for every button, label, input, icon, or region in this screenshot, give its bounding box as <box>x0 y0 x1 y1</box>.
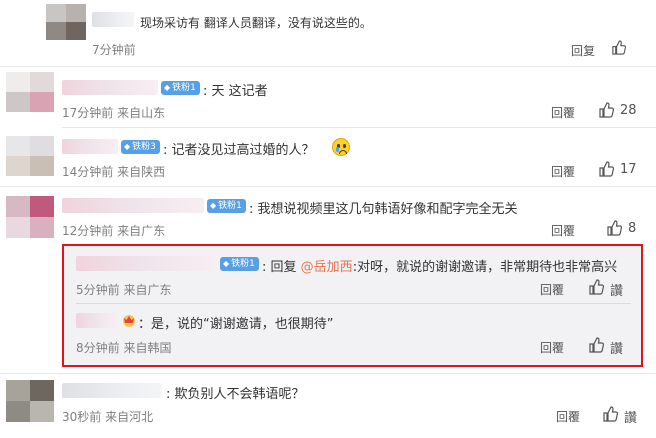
like-label: 讚 <box>610 284 624 299</box>
like-count: 8 <box>628 221 637 236</box>
comment-text: : 天 这记者 <box>203 84 268 99</box>
avatar[interactable] <box>6 72 54 112</box>
divider <box>76 303 631 304</box>
username[interactable] <box>76 256 216 271</box>
reply-button[interactable]: 回覆 <box>551 104 575 121</box>
fan-badge: ◆ 铁粉3 <box>121 140 160 154</box>
reply-button[interactable]: 回复 <box>571 42 595 59</box>
crying-emoji-icon <box>332 138 350 156</box>
thumbs-up-icon <box>599 161 614 177</box>
comment-text: 现场采访有 翻译人员翻译，没有说这些的。 <box>140 16 372 30</box>
time-text: 14分钟前 <box>62 165 114 179</box>
avatar[interactable] <box>6 136 54 176</box>
reply-button[interactable]: 回覆 <box>551 222 575 239</box>
comment-body: 欺负别人不会韩语呢？ <box>174 387 305 402</box>
time-text: 30秒前 <box>62 410 102 424</box>
like-button[interactable] <box>598 161 614 177</box>
comment-text: : 我想说视频里这几句韩语好像和配字完全无关 <box>249 202 518 217</box>
comment-body: 我想说视频里这几句韩语好像和配字完全无关 <box>257 202 518 217</box>
reply-time: 5分钟前 来自广东 <box>76 281 171 298</box>
mention-link[interactable]: @岳加西 <box>301 260 353 275</box>
highlighted-replies: ◆ 铁粉1 : 回复 @岳加西:对呀，就说的谢谢邀请，非常期待也非常高兴 5分钟前… <box>62 244 643 367</box>
location-text: 来自广东 <box>123 283 172 297</box>
like-button[interactable] <box>611 40 626 55</box>
comment-time: 14分钟前 来自陕西 <box>62 163 165 180</box>
location-text: 来自山东 <box>117 106 166 120</box>
time-text: 5分钟前 <box>76 283 120 297</box>
fan-badge-label: 铁粉1 <box>172 83 196 93</box>
comment-text: : 欺负别人不会韩语呢？ <box>166 387 305 402</box>
username[interactable] <box>62 80 158 95</box>
location-text: 来自广东 <box>117 224 166 238</box>
thumbs-up-icon <box>603 406 618 422</box>
comment-body: 天 这记者 <box>211 84 268 99</box>
reply-time: 8分钟前 来自韩国 <box>76 339 171 356</box>
reply-text: ：是，说的“谢谢邀请，也很期待” <box>138 317 334 332</box>
divider <box>0 186 656 187</box>
fan-badge-label: 铁粉1 <box>231 259 255 269</box>
reply-button[interactable]: 回覆 <box>540 339 564 356</box>
thumbs-up-icon <box>589 337 604 353</box>
location-text: 来自陕西 <box>117 165 166 179</box>
fan-badge-label: 铁粉1 <box>218 201 242 211</box>
username[interactable] <box>62 198 204 213</box>
reply-prefix: 回复 <box>270 260 297 275</box>
username[interactable] <box>76 313 116 328</box>
fan-badge: ◆ 铁粉1 <box>207 199 246 213</box>
comment-time: 17分钟前 来自山东 <box>62 104 165 121</box>
location-text: 来自河北 <box>105 410 154 424</box>
username[interactable] <box>62 383 162 398</box>
avatar[interactable] <box>6 380 54 422</box>
reply-body: :对呀，就说的谢谢邀请，非常期待也非常高兴 <box>352 260 618 275</box>
like-button[interactable] <box>588 337 604 353</box>
like-button[interactable] <box>598 102 614 118</box>
time-text: 17分钟前 <box>62 106 114 120</box>
like-count: 28 <box>620 103 637 118</box>
divider <box>0 66 656 67</box>
avatar[interactable] <box>46 4 86 40</box>
like-count: 17 <box>620 162 637 177</box>
comment-text: : 记者没见过高过婚的人？ <box>163 143 315 158</box>
avatar[interactable] <box>6 196 54 238</box>
time-text: 8分钟前 <box>76 341 120 355</box>
reply-button[interactable]: 回覆 <box>556 408 580 425</box>
crown-icon <box>121 312 137 328</box>
reply-button[interactable]: 回覆 <box>551 163 575 180</box>
like-button[interactable] <box>588 279 604 295</box>
location-text: 来自韩国 <box>123 341 172 355</box>
fan-icon: ◆ <box>210 201 217 210</box>
divider <box>62 127 656 128</box>
thumbs-up-icon <box>607 220 622 236</box>
like-label: 讚 <box>624 411 638 426</box>
fan-badge: ◆ 铁粉1 <box>161 81 200 95</box>
like-button[interactable] <box>602 406 618 422</box>
comment-time: 30秒前 来自河北 <box>62 408 153 425</box>
comment-body: 记者没见过高过婚的人？ <box>171 143 315 158</box>
thumbs-up-icon <box>589 279 604 295</box>
thumbs-up-icon <box>612 40 626 55</box>
comment-time: 7分钟前 <box>92 43 136 57</box>
like-label: 讚 <box>610 342 624 357</box>
time-text: 12分钟前 <box>62 224 114 238</box>
divider <box>0 373 656 374</box>
fan-badge-label: 铁粉3 <box>132 142 156 152</box>
thumbs-up-icon <box>599 102 614 118</box>
reply-button[interactable]: 回覆 <box>540 281 564 298</box>
fan-icon: ◆ <box>164 83 171 92</box>
like-button[interactable] <box>606 220 622 236</box>
comment-time: 12分钟前 来自广东 <box>62 222 165 239</box>
reply-text: : 回复 @岳加西:对呀，就说的谢谢邀请，非常期待也非常高兴 <box>262 260 618 275</box>
fan-icon: ◆ <box>223 259 230 268</box>
username[interactable] <box>62 139 118 154</box>
fan-badge: ◆ 铁粉1 <box>220 257 259 271</box>
username[interactable] <box>92 12 134 27</box>
fan-icon: ◆ <box>124 142 131 151</box>
